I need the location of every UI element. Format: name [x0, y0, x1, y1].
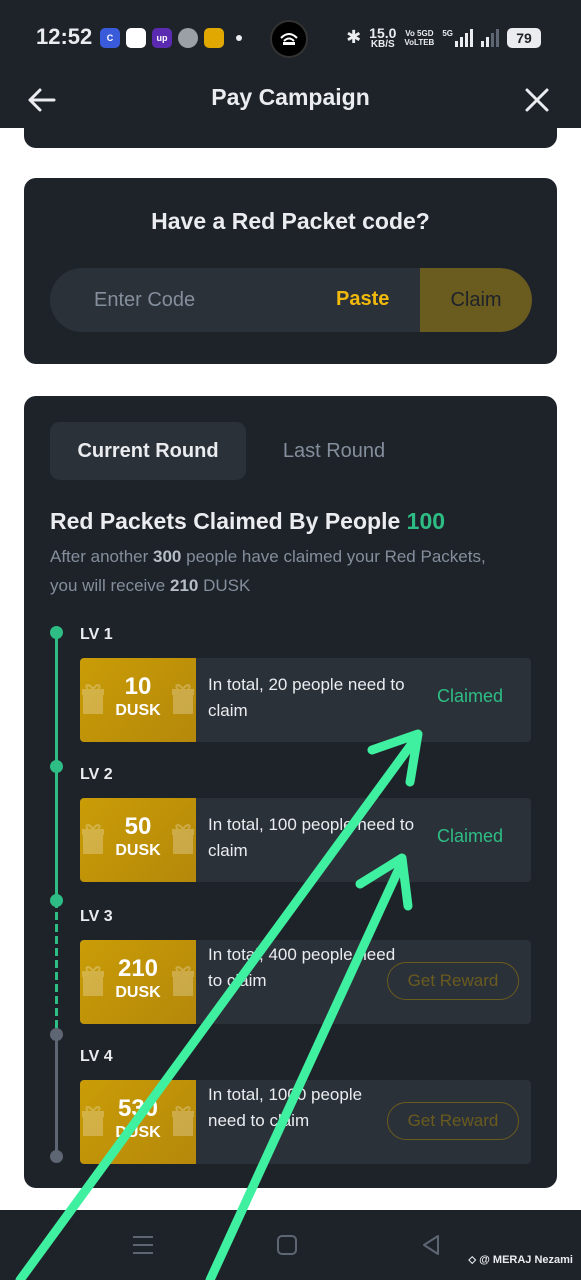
- reward-amount: 210: [117, 955, 159, 982]
- claimed-status: Claimed: [436, 826, 503, 846]
- claimed-heading: Red Packets Claimed By People 100: [50, 508, 446, 534]
- hotspot-icon: [270, 20, 308, 58]
- page-title: Pay Campaign: [211, 84, 370, 110]
- timeline-dot-end: [50, 1150, 63, 1163]
- battery-icon: 79: [507, 27, 541, 48]
- reward-badge: 10 DUSK: [80, 658, 196, 742]
- system-nav-bar: [0, 1210, 581, 1280]
- previous-card: [24, 118, 557, 148]
- back-nav-icon[interactable]: [418, 1232, 444, 1258]
- claimed-count: 100: [406, 508, 446, 534]
- level-label: LV 1: [80, 626, 113, 643]
- reward-amount: 10: [124, 673, 152, 700]
- reward-unit: DUSK: [115, 842, 161, 859]
- reward-badge: 210 DUSK: [80, 940, 196, 1024]
- timeline-dot-lv3: [50, 894, 63, 907]
- get-reward-button[interactable]: Get Reward: [387, 962, 519, 1000]
- more-notifications-icon: [236, 35, 242, 41]
- paste-button[interactable]: Paste: [336, 288, 389, 311]
- status-right: ✱ 15.0 KB/S Vo 5GD VoLTEB 5G 79: [346, 25, 541, 50]
- red-packet-code-title: Have a Red Packet code?: [151, 208, 430, 234]
- level-row-lv4: 530 DUSK In total, 1000 people need to c…: [80, 1080, 531, 1164]
- watermark: ⬦ @ MERAJ Nezami: [468, 1254, 573, 1266]
- reward-unit: DUSK: [115, 1124, 161, 1141]
- level-description: In total, 100 people need to claim: [208, 815, 415, 860]
- wallet-icon: [204, 28, 224, 48]
- get-reward-button[interactable]: Get Reward: [387, 1102, 519, 1140]
- claimed-status: Claimed: [436, 686, 503, 706]
- tab-last-round[interactable]: Last Round: [254, 422, 414, 480]
- status-time: 12:52: [36, 24, 93, 49]
- level-description: In total, 1000 people need to claim: [208, 1085, 363, 1130]
- timeline-dot-lv2: [50, 760, 63, 773]
- chrome-icon: [178, 28, 198, 48]
- menu-icon[interactable]: [130, 1232, 156, 1258]
- reward-unit: DUSK: [115, 984, 161, 1001]
- signal-icon: 5G: [442, 28, 499, 47]
- chrome-like-icon: C: [100, 28, 120, 48]
- timeline-remaining-line: [55, 1034, 58, 1158]
- timeline-dot-lv4: [50, 1028, 63, 1041]
- level-description: In total, 20 people need to claim: [208, 675, 405, 720]
- home-icon[interactable]: [274, 1232, 300, 1258]
- level-label: LV 2: [80, 766, 113, 783]
- claimed-description: After another 300 people have claimed yo…: [50, 547, 486, 595]
- reward-amount: 50: [124, 813, 152, 840]
- code-input[interactable]: [94, 268, 314, 332]
- bluetooth-icon: ✱: [346, 27, 362, 47]
- reward-amount: 530: [117, 1095, 159, 1122]
- level-row-lv2: 50 DUSK In total, 100 people need to cla…: [80, 798, 531, 882]
- level-label: LV 3: [80, 908, 113, 925]
- rounds-card: Current Round Last Round Red Packets Cla…: [24, 396, 557, 1188]
- level-description: In total, 400 people need to claim: [208, 945, 396, 990]
- close-icon: [525, 88, 549, 112]
- bank-icon: [126, 28, 146, 48]
- link-icon: ⬦: [468, 1254, 477, 1266]
- level-row-lv1: 10 DUSK In total, 20 people need to clai…: [80, 658, 531, 742]
- close-button[interactable]: [519, 82, 555, 118]
- tab-current-round[interactable]: Current Round: [50, 422, 246, 480]
- reward-unit: DUSK: [115, 702, 161, 719]
- red-packet-code-card: Have a Red Packet code? Paste Claim: [24, 178, 557, 364]
- timeline-progress-partial: [55, 900, 58, 1034]
- code-input-group: Paste Claim: [50, 268, 532, 332]
- reward-badge: 530 DUSK: [80, 1080, 196, 1164]
- status-bar: 12:52 C up ✱ 15.0 KB/S Vo 5GD VoLTEB 5G 79: [0, 0, 581, 72]
- timeline-dot-lv1: [50, 626, 63, 639]
- reward-badge: 50 DUSK: [80, 798, 196, 882]
- network-type: Vo 5GD VoLTEB: [404, 28, 435, 47]
- network-speed: 15.0 KB/S: [369, 25, 397, 50]
- notification-icons: C up: [100, 28, 242, 48]
- upstox-icon: up: [152, 28, 172, 48]
- level-label: LV 4: [80, 1048, 113, 1065]
- level-row-lv3: 210 DUSK In total, 400 people need to cl…: [80, 940, 531, 1024]
- claim-button[interactable]: Claim: [420, 268, 532, 332]
